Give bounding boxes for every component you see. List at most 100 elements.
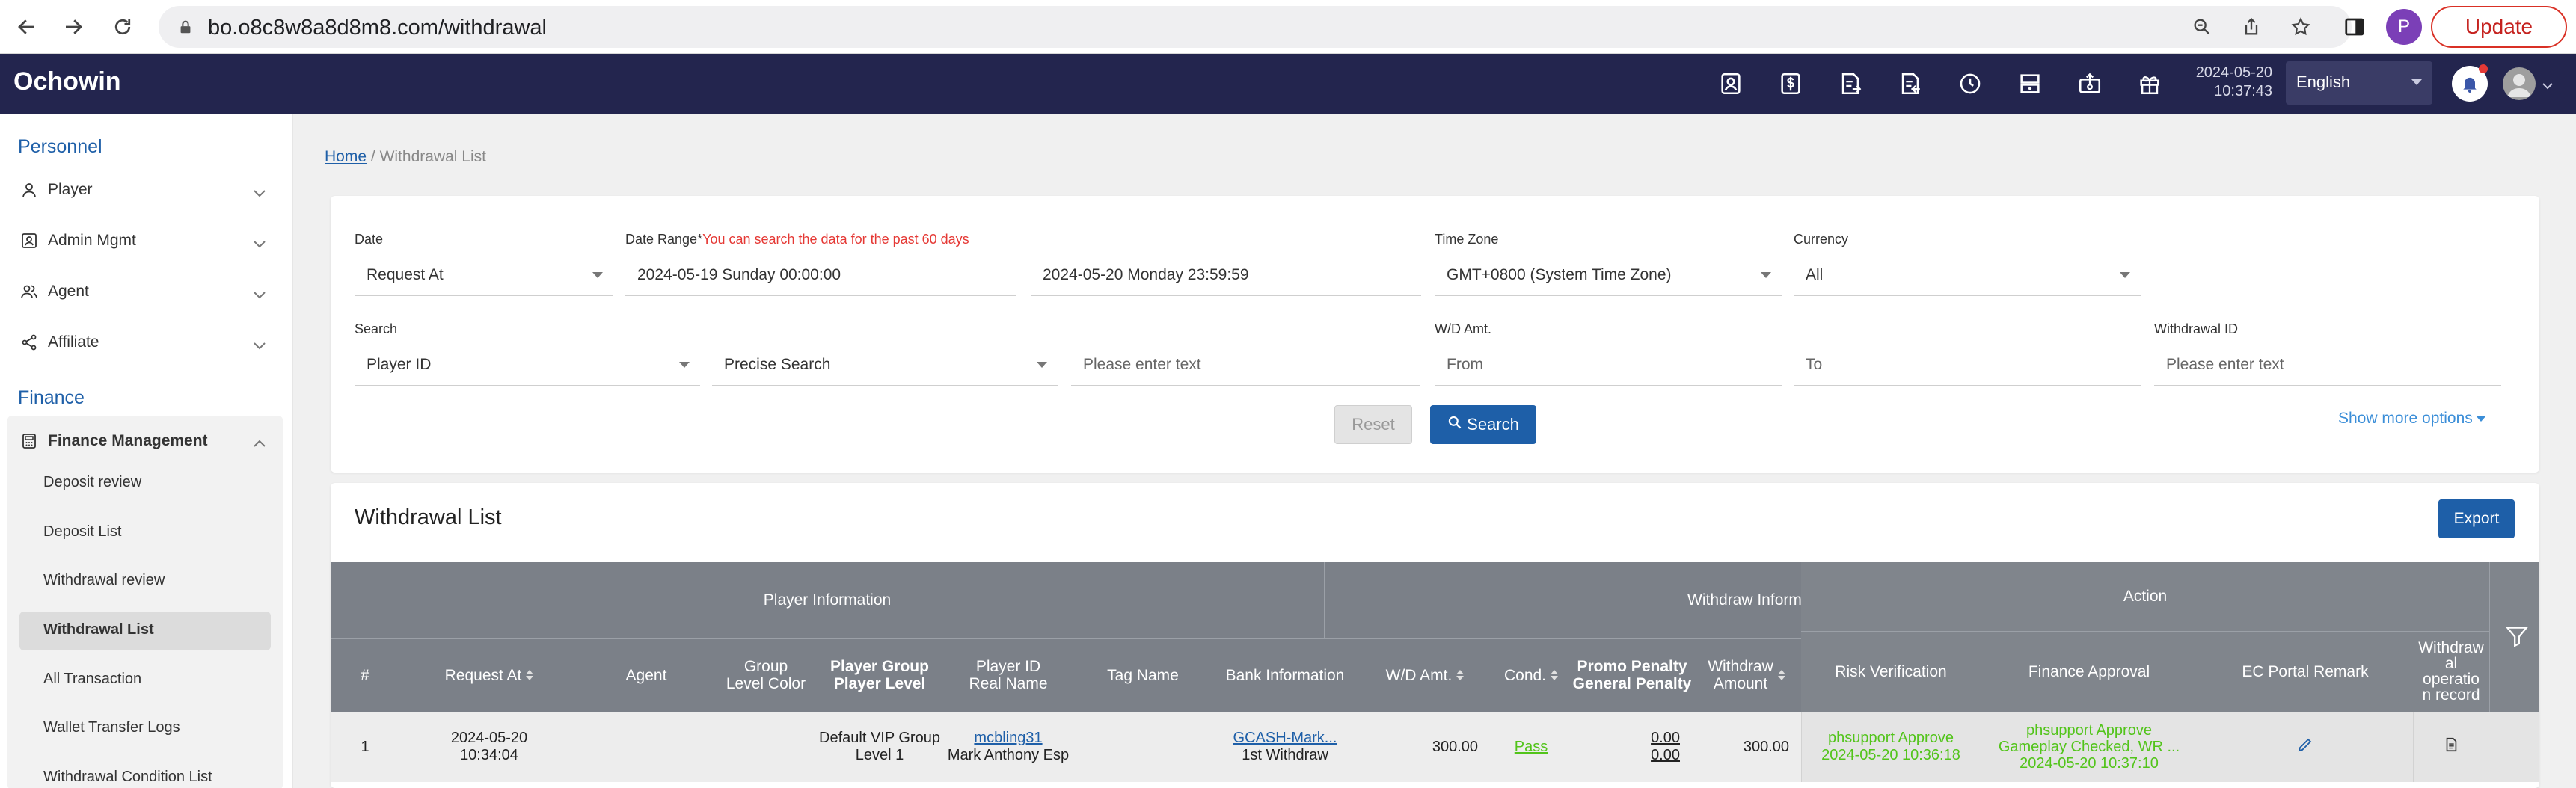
date-range-label: Date Range*You can search the data for t… bbox=[625, 232, 969, 247]
notification-badge bbox=[2479, 64, 2488, 73]
back-icon[interactable] bbox=[10, 10, 43, 43]
breadcrumb-current: Withdrawal List bbox=[379, 148, 486, 165]
finance-status: phsupport Approve bbox=[2026, 722, 2152, 739]
col-cond[interactable]: Cond. bbox=[1490, 638, 1572, 712]
wd-amount-to-input[interactable]: To bbox=[1794, 344, 2141, 386]
app-logo[interactable]: Ochowin bbox=[13, 67, 121, 96]
forward-icon[interactable] bbox=[57, 10, 90, 43]
currency-label: Currency bbox=[1794, 232, 1849, 247]
player-id-link[interactable]: mcbling31 bbox=[974, 730, 1042, 747]
export-button[interactable]: Export bbox=[2438, 499, 2515, 538]
withdraw-box-icon[interactable] bbox=[2075, 69, 2105, 99]
sort-icon bbox=[526, 670, 534, 680]
side-panel-icon[interactable] bbox=[2338, 10, 2371, 43]
zoom-icon[interactable] bbox=[2189, 13, 2215, 40]
chevron-up-icon bbox=[253, 435, 266, 453]
show-more-options-link[interactable]: Show more options bbox=[2338, 410, 2486, 428]
search-by-select[interactable]: Player ID bbox=[355, 344, 700, 386]
date-type-select[interactable]: Request At bbox=[355, 254, 613, 296]
edit-pencil-icon[interactable] bbox=[2296, 736, 2314, 758]
share-icon bbox=[19, 333, 39, 352]
user-avatar[interactable] bbox=[2503, 67, 2536, 100]
bank-info-link[interactable]: GCASH-Mark... bbox=[1233, 730, 1337, 747]
general-penalty-link[interactable]: 0.00 bbox=[1651, 747, 1680, 764]
finance-note: Gameplay Checked, WR ... bbox=[1998, 739, 2180, 755]
search-button-label: Search bbox=[1467, 415, 1519, 434]
wd-amount-from-input[interactable]: From bbox=[1435, 344, 1782, 386]
reload-icon[interactable] bbox=[106, 10, 139, 43]
sidebar-item-finance-management[interactable]: Finance Management bbox=[0, 419, 293, 464]
col-withdraw-amount-line1: Withdraw bbox=[1708, 658, 1773, 675]
col-group-level-color: Group Level Color bbox=[714, 638, 818, 712]
sidebar-sub-withdrawal-review[interactable]: Withdrawal review bbox=[43, 572, 165, 589]
date-range-label-text: Date Range bbox=[625, 232, 698, 247]
col-finance-approval: Finance Approval bbox=[2028, 662, 2150, 680]
search-button[interactable]: Search bbox=[1430, 405, 1536, 444]
sidebar-sub-withdrawal-list[interactable]: Withdrawal List bbox=[43, 621, 154, 638]
col-wd-amount-label: W/D Amt. bbox=[1385, 666, 1453, 684]
col-withdraw-amount[interactable]: Withdraw Amount bbox=[1692, 638, 1801, 712]
filter-panel: Date Request At Date Range*You can searc… bbox=[331, 196, 2539, 473]
share-icon[interactable] bbox=[2238, 13, 2265, 40]
cond-pass-link[interactable]: Pass bbox=[1515, 739, 1548, 756]
sidebar-item-player[interactable]: Player bbox=[0, 167, 293, 212]
player-card-icon[interactable] bbox=[1716, 69, 1746, 99]
col-ec-portal-remark: EC Portal Remark bbox=[2242, 662, 2369, 680]
sidebar-item-label: Admin Mgmt bbox=[48, 232, 136, 249]
cell-index: 1 bbox=[361, 738, 369, 755]
date-range-note: You can search the data for the past 60 … bbox=[702, 232, 969, 247]
sidebar-sub-withdrawal-condition-list[interactable]: Withdrawal Condition List bbox=[43, 769, 212, 786]
col-promo-penalty: Promo Penalty bbox=[1577, 658, 1687, 675]
search-mode-select[interactable]: Precise Search bbox=[712, 344, 1058, 386]
bookmark-star-icon[interactable] bbox=[2287, 13, 2314, 40]
sidebar-sub-deposit-review[interactable]: Deposit review bbox=[43, 474, 141, 491]
app-header: Ochowin 2024-05-20 10:37:43 English bbox=[0, 54, 2576, 114]
document-import-icon[interactable] bbox=[1895, 69, 1925, 99]
search-mode-value: Precise Search bbox=[724, 356, 831, 373]
update-button[interactable]: Update bbox=[2431, 6, 2567, 48]
date-range-end[interactable]: 2024-05-20 Monday 23:59:59 bbox=[1031, 254, 1421, 296]
col-wd-amount[interactable]: W/D Amt. bbox=[1360, 638, 1490, 712]
reset-button[interactable]: Reset bbox=[1334, 405, 1412, 444]
deposit-icon[interactable] bbox=[1776, 69, 1806, 99]
cashier-icon[interactable] bbox=[2015, 69, 2045, 99]
date-range-start[interactable]: 2024-05-19 Sunday 00:00:00 bbox=[625, 254, 1016, 296]
search-by-value: Player ID bbox=[367, 356, 432, 373]
address-bar[interactable]: bo.o8c8w8a8d8m8.com/withdrawal bbox=[159, 6, 2352, 48]
profile-avatar[interactable]: P bbox=[2386, 9, 2422, 45]
document-icon[interactable] bbox=[2443, 736, 2459, 757]
col-withdrawal-operation-record-line4: n record bbox=[2422, 686, 2480, 704]
col-risk-verification: Risk Verification bbox=[1835, 662, 1947, 680]
col-general-penalty: General Penalty bbox=[1572, 675, 1692, 692]
col-player-level: Player Level bbox=[833, 675, 926, 692]
language-select[interactable]: English bbox=[2286, 61, 2432, 105]
sidebar-item-agent[interactable]: Agent bbox=[0, 269, 293, 314]
sidebar-sub-wallet-transfer-logs[interactable]: Wallet Transfer Logs bbox=[43, 719, 180, 736]
col-player-group-level: Player Group Player Level bbox=[818, 638, 941, 712]
caret-down-icon bbox=[2475, 416, 2486, 422]
document-export-icon[interactable] bbox=[1836, 69, 1865, 99]
sidebar-item-admin-mgmt[interactable]: Admin Mgmt bbox=[0, 218, 293, 263]
cell-real-name: Mark Anthony Esp bbox=[947, 747, 1070, 763]
currency-select[interactable]: All bbox=[1794, 254, 2141, 296]
cell-finance-approval: phsupport Approve Gameplay Checked, WR .… bbox=[1981, 712, 2198, 782]
clock-icon[interactable] bbox=[1955, 69, 1985, 99]
filter-icon[interactable] bbox=[2504, 624, 2530, 653]
chevron-down-icon bbox=[253, 184, 266, 202]
cell-operation-record bbox=[2413, 712, 2489, 782]
timezone-select[interactable]: GMT+0800 (System Time Zone) bbox=[1435, 254, 1782, 296]
breadcrumb-home[interactable]: Home bbox=[325, 148, 367, 165]
promo-penalty-link[interactable]: 0.00 bbox=[1651, 730, 1680, 747]
search-input[interactable]: Please enter text bbox=[1071, 344, 1420, 386]
search-label: Search bbox=[355, 321, 398, 336]
url-text: bo.o8c8w8a8d8m8.com/withdrawal bbox=[208, 16, 547, 40]
col-agent: Agent bbox=[625, 666, 667, 684]
sidebar-sub-deposit-list[interactable]: Deposit List bbox=[43, 523, 122, 541]
sidebar-sub-all-transaction[interactable]: All Transaction bbox=[43, 671, 141, 688]
sidebar-item-affiliate[interactable]: Affiliate bbox=[0, 320, 293, 365]
withdrawal-id-input[interactable]: Please enter text bbox=[2154, 344, 2501, 386]
col-request-at[interactable]: Request At bbox=[399, 638, 579, 712]
user-menu-chevron-icon[interactable] bbox=[2542, 81, 2554, 94]
col-penalties: Promo Penalty General Penalty bbox=[1572, 638, 1692, 712]
gift-icon[interactable] bbox=[2135, 69, 2165, 99]
